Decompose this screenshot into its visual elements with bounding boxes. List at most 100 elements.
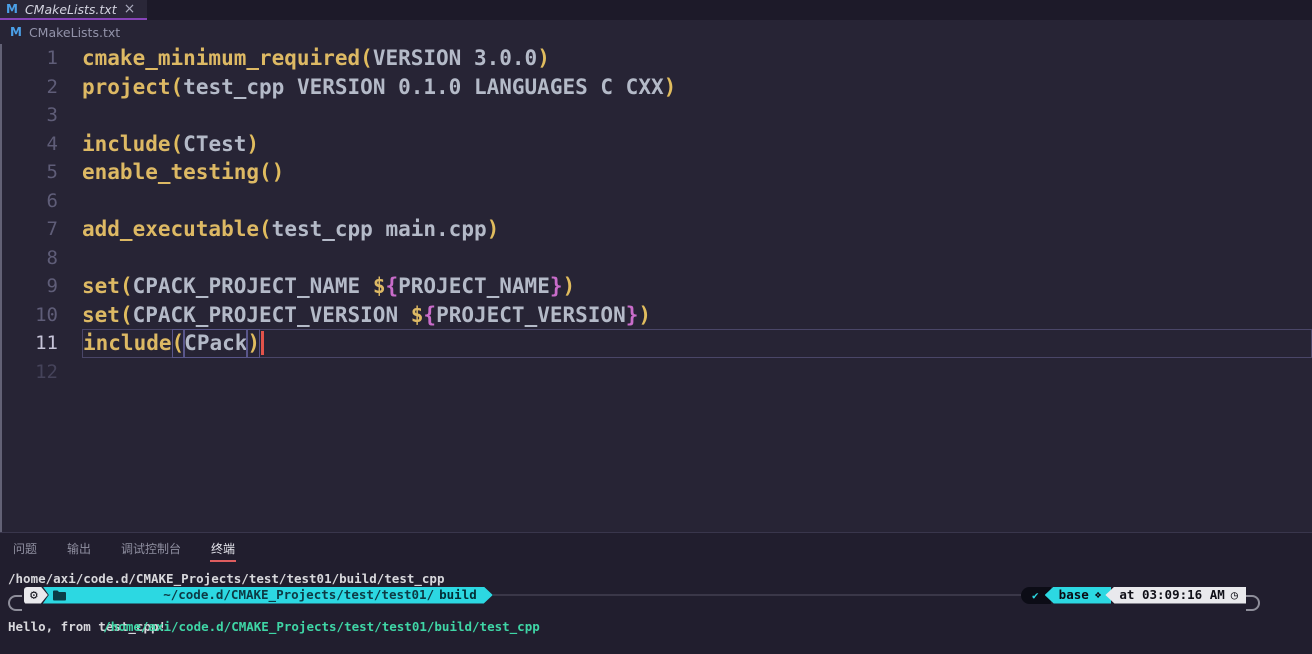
code-token: test_cpp VERSION 0.1.0 LANGUAGES C CXX [183, 73, 663, 102]
code-line[interactable]: 7 add_executable(test_cpp main.cpp) [0, 215, 1312, 244]
terminal-echo-line: /home/axi/code.d/CMAKE_Projects/test/tes… [0, 571, 1312, 587]
code-token: } [550, 272, 563, 301]
code-token: CTest [183, 130, 246, 159]
check-icon: ✔ [1032, 590, 1039, 601]
terminal-prompt-line: ⚙ ~/code.d/CMAKE_Projects/test/test01/bu… [0, 587, 1312, 603]
gutter-spacer [58, 244, 82, 273]
conda-env-icon: ❖ [1095, 587, 1102, 603]
code-line[interactable]: 12 [0, 358, 1312, 387]
line-number: 5 [0, 158, 58, 187]
code-token: enable_testing [82, 158, 259, 187]
text-cursor [261, 331, 264, 355]
code-line-text: project(test_cpp VERSION 0.1.0 LANGUAGES… [82, 73, 1312, 102]
prompt-frame-left [8, 595, 22, 611]
code-token: ( [171, 73, 184, 102]
panel-tab-problems[interactable]: 问题 [12, 535, 38, 562]
code-line[interactable]: 8 [0, 244, 1312, 273]
code-token: $ [373, 272, 386, 301]
code-token: PROJECT_NAME [398, 272, 550, 301]
code-line[interactable]: 10 set(CPACK_PROJECT_VERSION ${PROJECT_VE… [0, 301, 1312, 330]
code-line[interactable]: 9 set(CPACK_PROJECT_NAME ${PROJECT_NAME}) [0, 272, 1312, 301]
gutter-spacer [58, 358, 82, 387]
code-token: $ [411, 301, 424, 330]
code-token: ) [247, 329, 260, 358]
code-token: ) [246, 130, 259, 159]
tab-cmakelists[interactable]: M CMakeLists.txt × [0, 0, 147, 20]
gutter-spacer [58, 73, 82, 102]
code-line-text [82, 358, 1312, 387]
code-token: set [82, 301, 120, 330]
line-number: 4 [0, 130, 58, 159]
os-pill: ⚙ [24, 587, 48, 604]
code-line[interactable]: 6 [0, 187, 1312, 216]
code-token: VERSION 3.0.0 [373, 44, 537, 73]
code-line-text [82, 244, 1312, 273]
code-token: ) [563, 272, 576, 301]
code-line-text [82, 101, 1312, 130]
code-editor[interactable]: 1cmake_minimum_required(VERSION 3.0.0)2p… [0, 44, 1312, 532]
tab-label: CMakeLists.txt [25, 2, 117, 17]
bottom-panel: 问题 输出 调试控制台 终端 /home/axi/code.d/CMAKE_Pr… [0, 532, 1312, 654]
cmake-file-icon: M [6, 3, 18, 15]
code-line-text: set(CPACK_PROJECT_VERSION ${PROJECT_VERS… [82, 301, 1312, 330]
panel-tab-bar: 问题 输出 调试控制台 终端 [0, 533, 1312, 563]
terminal-command-line[interactable]: /home/axi/code.d/CMAKE_Projects/test/tes… [0, 603, 1312, 619]
panel-tab-output[interactable]: 输出 [66, 535, 92, 562]
code-token: ( [259, 215, 272, 244]
code-line[interactable]: 1 cmake_minimum_required(VERSION 3.0.0) [0, 44, 1312, 73]
code-lines-container: 1cmake_minimum_required(VERSION 3.0.0)2p… [0, 44, 1312, 386]
cmake-file-icon: M [10, 26, 22, 38]
panel-tab-terminal[interactable]: 终端 [210, 535, 236, 562]
prompt-env-name: base [1059, 587, 1089, 603]
code-line-text: add_executable(test_cpp main.cpp) [82, 215, 1312, 244]
terminal-prompt-block: ⚙ ~/code.d/CMAKE_Projects/test/test01/bu… [0, 587, 1312, 619]
line-number: 8 [0, 244, 58, 273]
code-token: ( [120, 272, 133, 301]
code-line[interactable]: 5 enable_testing() [0, 158, 1312, 187]
gutter-spacer [58, 158, 82, 187]
code-token: include [82, 130, 171, 159]
line-number: 3 [0, 101, 58, 130]
line-number: 2 [0, 73, 58, 102]
code-line[interactable]: 4 include(CTest) [0, 130, 1312, 159]
panel-tab-debug-console[interactable]: 调试控制台 [120, 535, 182, 562]
gutter-spacer [58, 101, 82, 130]
line-number: 10 [0, 301, 58, 330]
terminal[interactable]: /home/axi/code.d/CMAKE_Projects/test/tes… [0, 563, 1312, 654]
breadcrumb-label: CMakeLists.txt [29, 25, 120, 40]
code-token: ( [171, 130, 184, 159]
code-token: { [385, 272, 398, 301]
gutter-spacer [58, 187, 82, 216]
line-number: 1 [0, 44, 58, 73]
code-token: cmake_minimum_required [82, 44, 360, 73]
vscode-window: M CMakeLists.txt × M CMakeLists.txt 1 cma… [0, 0, 1312, 654]
code-token: set [82, 272, 120, 301]
code-line-text [82, 187, 1312, 216]
code-token: () [259, 158, 284, 187]
code-token: CPACK_PROJECT_NAME [133, 272, 373, 301]
gutter-spacer [58, 215, 82, 244]
line-number: 9 [0, 272, 58, 301]
editor-tab-bar: M CMakeLists.txt × [0, 0, 1312, 20]
code-line-text: cmake_minimum_required(VERSION 3.0.0) [82, 44, 1312, 73]
code-token: ) [487, 215, 500, 244]
gutter-spacer [58, 301, 82, 330]
code-line-text: include(CPack) [82, 329, 1312, 358]
gutter-spacer [58, 44, 82, 73]
code-line[interactable]: 3 [0, 101, 1312, 130]
line-number: 7 [0, 215, 58, 244]
code-token: ) [537, 44, 550, 73]
code-token: ( [120, 301, 133, 330]
code-token: ( [172, 329, 185, 358]
close-icon[interactable]: × [124, 2, 136, 16]
code-line[interactable]: 11include(CPack) [0, 329, 1312, 358]
prompt-time-text: at 03:09:16 AM [1119, 587, 1224, 603]
gutter-spacer [58, 130, 82, 159]
code-token: add_executable [82, 215, 259, 244]
breadcrumb[interactable]: M CMakeLists.txt [0, 20, 1312, 44]
code-token: { [423, 301, 436, 330]
code-token: test_cpp main.cpp [272, 215, 487, 244]
code-line-text: include(CTest) [82, 130, 1312, 159]
clock-icon: ◷ [1231, 587, 1238, 603]
code-line[interactable]: 2 project(test_cpp VERSION 0.1.0 LANGUAGE… [0, 73, 1312, 102]
